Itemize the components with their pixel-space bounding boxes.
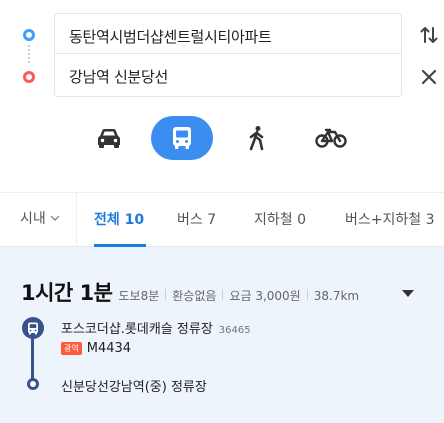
swap-locations-button[interactable] bbox=[418, 24, 440, 46]
alighting-stop-name[interactable]: 신분당선강남역(중) 정류장 bbox=[61, 376, 207, 395]
end-point-icon bbox=[23, 71, 35, 83]
chevron-down-icon bbox=[50, 215, 60, 221]
start-location-input[interactable]: 동탄역시범더샵센트럴시티아파트 bbox=[54, 13, 402, 57]
mode-car-button[interactable] bbox=[78, 116, 140, 160]
tab-subway[interactable]: 지하철 0 bbox=[254, 209, 306, 229]
bus-type-badge: 광역 bbox=[61, 342, 82, 355]
tab-divider bbox=[76, 193, 77, 248]
route-duration: 1시간 1분 bbox=[21, 281, 113, 305]
end-location-text: 강남역 신분당선 bbox=[69, 68, 168, 86]
region-selector[interactable]: 시내 bbox=[20, 208, 60, 228]
summary-divider bbox=[165, 289, 167, 300]
boarding-stop-name: 포스코더샵.롯데캐슬 정류장 bbox=[61, 322, 213, 337]
region-label: 시내 bbox=[20, 211, 46, 227]
end-location-input[interactable]: 강남역 신분당선 bbox=[54, 53, 402, 97]
walk-time: 도보8분 bbox=[118, 289, 160, 303]
bike-icon bbox=[315, 128, 347, 148]
tab-bus[interactable]: 버스 7 bbox=[177, 209, 216, 229]
mode-walk-button[interactable] bbox=[226, 116, 288, 160]
clear-route-button[interactable] bbox=[418, 66, 440, 88]
route-search-panel: 동탄역시범더샵센트럴시티아파트 강남역 신분당선 bbox=[0, 0, 444, 104]
tab-bus-subway[interactable]: 버스+지하철 3 bbox=[345, 209, 435, 229]
summary-divider bbox=[306, 289, 308, 300]
end-location-row: 강남역 신분당선 bbox=[0, 53, 444, 99]
tab-all[interactable]: 전체 10 bbox=[94, 209, 144, 229]
start-location-row: 동탄역시범더샵센트럴시티아파트 bbox=[0, 13, 444, 57]
fare-info: 요금 3,000원 bbox=[229, 289, 301, 303]
expand-route-icon[interactable] bbox=[401, 289, 415, 298]
transport-mode-selector bbox=[0, 116, 444, 162]
close-icon bbox=[421, 69, 437, 85]
route-category-tabs: 시내 전체 10 버스 7 지하철 0 버스+지하철 3 bbox=[0, 192, 444, 248]
transfer-info: 환승없음 bbox=[172, 289, 217, 303]
boarding-stop-id: 36465 bbox=[218, 325, 251, 336]
bus-icon bbox=[173, 127, 191, 149]
route-result-card[interactable]: 1시간 1분 도보8분 환승없음 요금 3,000원 38.7km 포스코더샵.… bbox=[0, 247, 444, 423]
summary-divider bbox=[222, 289, 224, 300]
alighting-stop-marker bbox=[27, 378, 39, 390]
walk-icon bbox=[249, 126, 264, 151]
mode-bike-button[interactable] bbox=[300, 116, 362, 160]
bus-number: M4434 bbox=[86, 341, 132, 356]
swap-icon bbox=[420, 27, 438, 43]
distance-info: 38.7km bbox=[313, 289, 360, 303]
car-icon bbox=[98, 129, 120, 148]
start-point-icon bbox=[23, 29, 35, 41]
route-summary: 1시간 1분 도보8분 환승없음 요금 3,000원 38.7km bbox=[21, 277, 359, 307]
start-location-text: 동탄역시범더샵센트럴시티아파트 bbox=[69, 28, 272, 46]
bus-line-info[interactable]: 광역 M4434 bbox=[61, 341, 131, 356]
boarding-stop[interactable]: 포스코더샵.롯데캐슬 정류장 36465 bbox=[61, 318, 251, 337]
mode-bus-button[interactable] bbox=[151, 116, 213, 160]
bus-stop-marker bbox=[22, 317, 44, 339]
bus-icon bbox=[28, 322, 38, 334]
